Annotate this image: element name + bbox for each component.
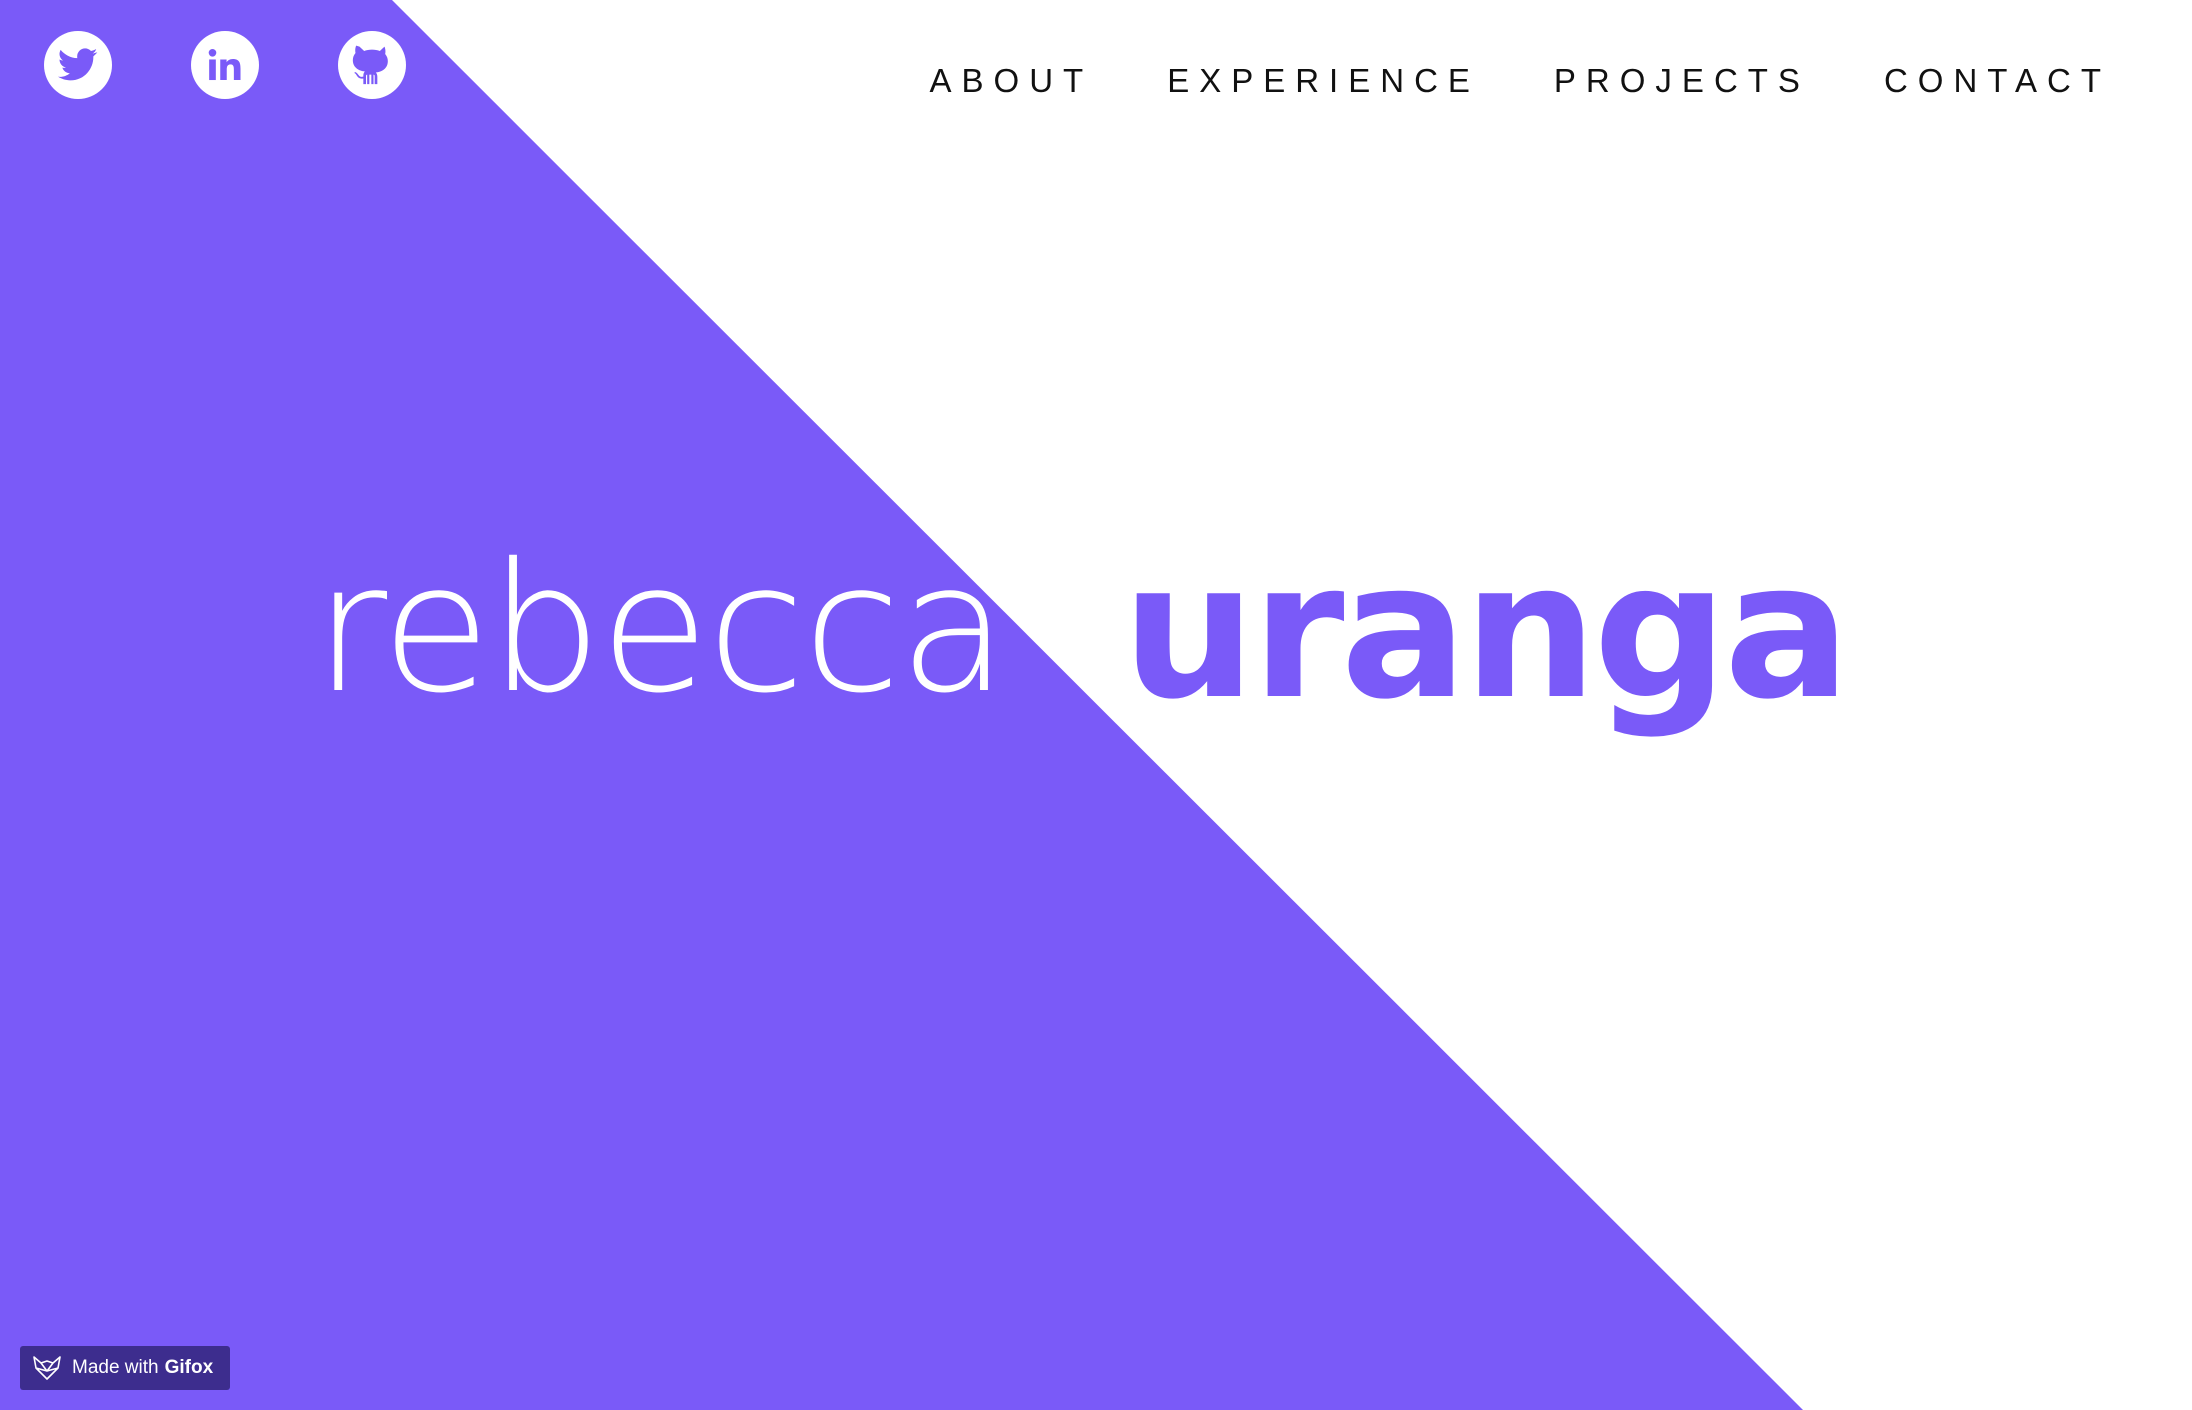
gifox-badge[interactable]: Made with Gifox [20,1346,230,1390]
nav-contact[interactable]: CONTACT [1884,64,2111,97]
linkedin-icon [208,49,241,81]
last-name: uranga [1122,522,1851,741]
github-icon [352,45,388,85]
fox-icon [33,1356,61,1380]
first-name: rebecca [314,525,1008,732]
nav-projects[interactable]: PROJECTS [1554,64,1810,97]
main-nav: ABOUT EXPERIENCE PROJECTS CONTACT [930,64,2112,97]
twitter-link[interactable] [44,31,112,99]
github-link[interactable] [338,31,406,99]
badge-prefix: Made with [72,1357,159,1378]
badge-brand: Gifox [164,1357,214,1378]
twitter-icon [58,48,98,81]
linkedin-link[interactable] [191,31,259,99]
nav-experience[interactable]: EXPERIENCE [1167,64,1480,97]
nav-about[interactable]: ABOUT [930,64,1094,97]
social-links [44,31,406,99]
page: ABOUT EXPERIENCE PROJECTS CONTACT rebecc… [0,0,2192,1410]
